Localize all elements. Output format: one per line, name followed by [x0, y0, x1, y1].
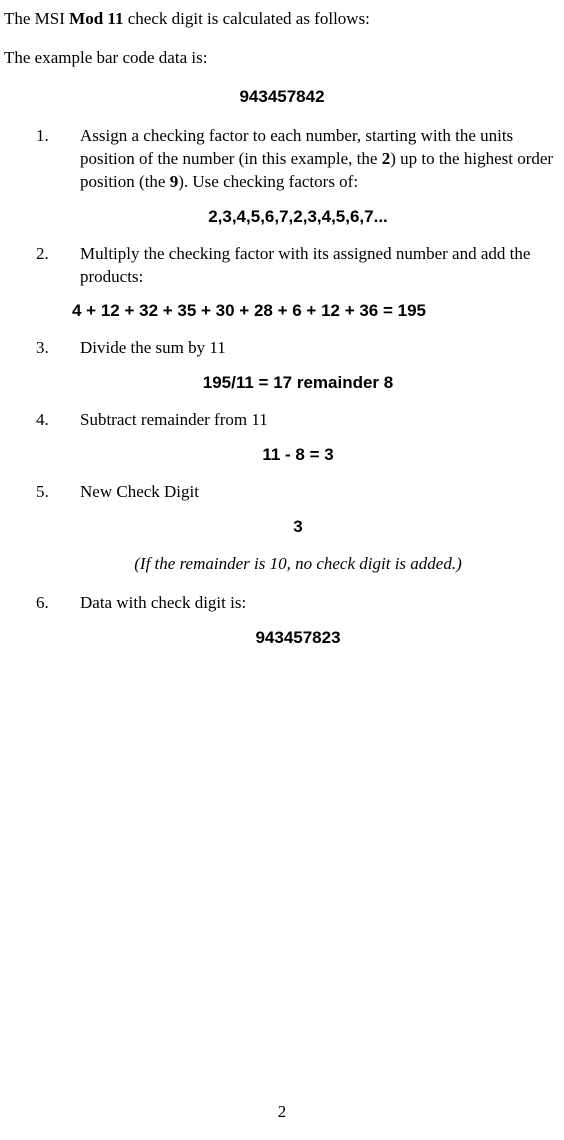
step-2: 2. Multiply the checking factor with its… — [36, 243, 560, 289]
step-1: 1. Assign a checking factor to each numb… — [36, 125, 560, 194]
steps-list: 1. Assign a checking factor to each numb… — [4, 125, 560, 289]
step-num: 1. — [36, 125, 80, 194]
intro-prefix: The MSI — [4, 9, 69, 28]
example-data: 943457842 — [4, 86, 560, 109]
calc-newdigit: 3 — [36, 516, 560, 539]
step-num: 3. — [36, 337, 80, 360]
step-text: Multiply the checking factor with its as… — [80, 243, 560, 289]
step-text: Subtract remainder from 11 — [80, 409, 560, 432]
step-6: 6. Data with check digit is: — [36, 592, 560, 615]
step-text: New Check Digit — [80, 481, 560, 504]
step-num: 6. — [36, 592, 80, 615]
calc-sum: 4 + 12 + 32 + 35 + 30 + 28 + 6 + 12 + 36… — [4, 300, 560, 323]
page-number: 2 — [0, 1101, 564, 1124]
calc-division: 195/11 = 17 remainder 8 — [36, 372, 560, 395]
calc-subtract: 11 - 8 = 3 — [36, 444, 560, 467]
example-intro: The example bar code data is: — [4, 47, 560, 70]
intro-suffix: check digit is calculated as follows: — [123, 9, 369, 28]
step-num: 5. — [36, 481, 80, 504]
step-5: 5. New Check Digit — [36, 481, 560, 504]
intro-bold: Mod 11 — [69, 9, 123, 28]
step-text: Divide the sum by 11 — [80, 337, 560, 360]
calc-final: 943457823 — [36, 627, 560, 650]
step-num: 4. — [36, 409, 80, 432]
step-text: Assign a checking factor to each number,… — [80, 125, 560, 194]
step-text: Data with check digit is: — [80, 592, 560, 615]
calc-note: (If the remainder is 10, no check digit … — [36, 553, 560, 576]
step-4: 4. Subtract remainder from 11 — [36, 409, 560, 432]
intro-line: The MSI Mod 11 check digit is calculated… — [4, 8, 560, 31]
calc-factors: 2,3,4,5,6,7,2,3,4,5,6,7... — [36, 206, 560, 229]
steps-list-cont: 3. Divide the sum by 11 195/11 = 17 rema… — [4, 337, 560, 649]
step-num: 2. — [36, 243, 80, 289]
step-3: 3. Divide the sum by 11 — [36, 337, 560, 360]
